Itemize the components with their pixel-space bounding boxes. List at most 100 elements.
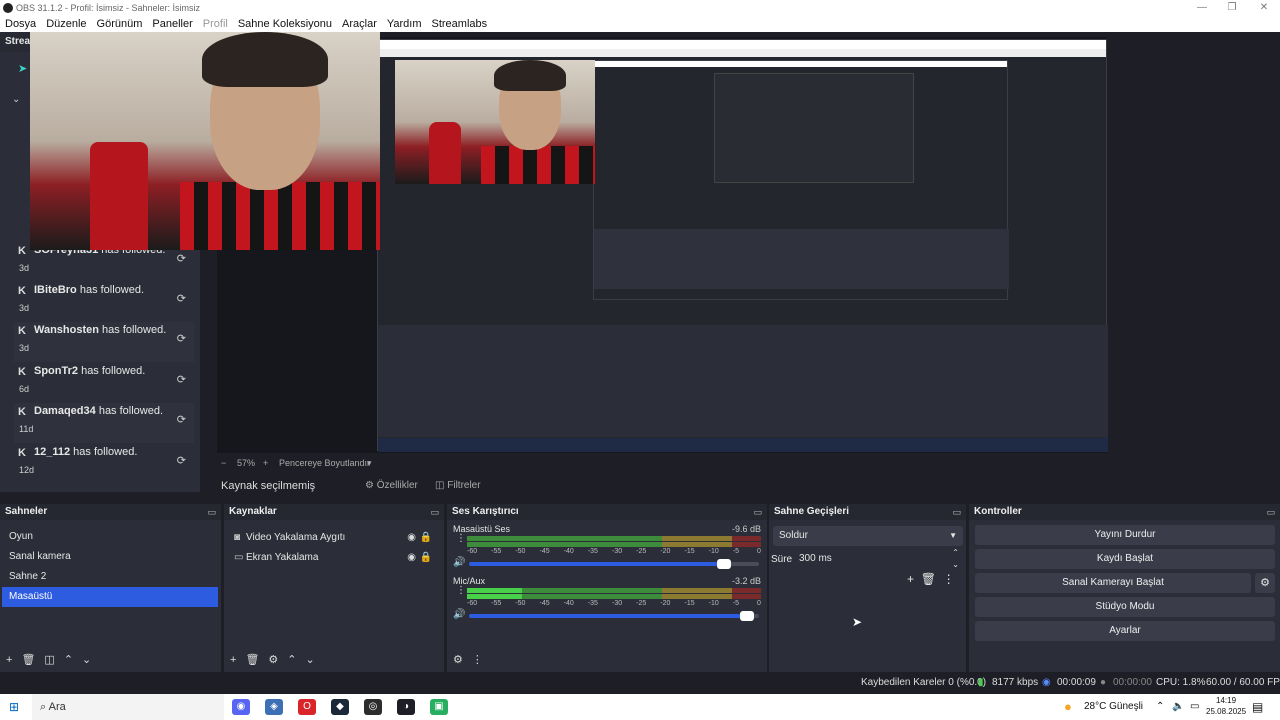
eye-icon[interactable]: ◉ — [407, 528, 416, 548]
more-vertical-icon[interactable]: ⋮ — [472, 653, 483, 666]
menu-tools[interactable]: Araçlar — [337, 16, 382, 32]
scene-item-selected[interactable]: Masaüstü — [2, 587, 218, 607]
transition-select[interactable]: Soldur ▼ — [773, 526, 963, 546]
replay-icon[interactable]: ⟳ — [177, 373, 186, 386]
tray-chevron-icon[interactable]: ⌃ — [1156, 694, 1164, 720]
replay-icon[interactable]: ⟳ — [177, 292, 186, 305]
close-button[interactable]: ✕ — [1250, 0, 1278, 16]
undock-icon[interactable]: ▭ — [1266, 504, 1275, 520]
scene-item[interactable]: Sahne 2 — [2, 567, 218, 587]
webcam-overlay — [30, 32, 380, 250]
menu-profile[interactable]: Profil — [198, 16, 233, 32]
weather-text: 28°C Güneşli — [1084, 701, 1144, 712]
volume-icon[interactable]: 🔊 — [453, 557, 465, 568]
menu-file[interactable]: Dosya — [0, 16, 41, 32]
opera-icon[interactable]: O — [298, 699, 316, 715]
zoom-out-button[interactable]: − — [221, 455, 226, 471]
follower-name: Damaqed34 — [34, 405, 96, 417]
scene-item[interactable]: Sanal kamera — [2, 547, 218, 567]
more-vertical-icon[interactable]: ⋮ — [943, 572, 955, 586]
volume-slider-handle[interactable] — [740, 611, 755, 621]
menu-streamlabs[interactable]: Streamlabs — [427, 16, 493, 32]
replay-icon[interactable]: ⟳ — [177, 413, 186, 426]
meter-tick: -40 — [563, 600, 574, 607]
move-up-icon[interactable]: ⌃ — [64, 653, 73, 666]
stop-streaming-button[interactable]: Yayını Durdur — [975, 525, 1275, 545]
move-down-icon[interactable]: ⌄ — [306, 653, 315, 666]
lock-icon[interactable]: 🔒 — [420, 528, 432, 548]
green-app-icon[interactable]: ▣ — [430, 699, 448, 715]
undock-icon[interactable]: ▭ — [952, 504, 961, 520]
steam-icon[interactable]: ◆ — [331, 699, 349, 715]
discord-icon[interactable]: ◉ — [232, 699, 250, 715]
channel-db: -9.6 dB — [731, 524, 761, 534]
advanced-audio-icon[interactable]: ⚙ — [453, 653, 463, 666]
trash-icon[interactable]: 🗑 — [21, 653, 35, 666]
duration-label: Süre — [771, 554, 793, 565]
more-vertical-icon[interactable]: ⋮ — [456, 534, 466, 544]
meter-tick: -20 — [660, 548, 671, 555]
scene-item[interactable]: Oyun — [2, 527, 218, 547]
follow-text: has followed. — [99, 324, 167, 336]
undock-icon[interactable]: ▭ — [430, 504, 439, 520]
menu-help[interactable]: Yardım — [382, 16, 427, 32]
menu-edit[interactable]: Düzenle — [41, 16, 91, 32]
studio-mode-button[interactable]: Stüdyo Modu — [975, 597, 1275, 617]
scenes-dock: Sahneler ▭ Oyun Sanal kamera Sahne 2 Masa… — [0, 504, 221, 672]
meter-tick: -5 — [732, 548, 740, 555]
move-down-icon[interactable]: ⌄ — [82, 653, 91, 666]
gear-icon[interactable]: ⚙ — [268, 653, 278, 666]
gear-icon[interactable]: ⚙ — [1255, 573, 1275, 593]
speaker-icon[interactable]: 🔈 — [1172, 694, 1184, 720]
meter-tick: -15 — [684, 548, 695, 555]
chevron-down-icon[interactable]: ⌄ — [12, 94, 20, 105]
volume-slider[interactable] — [469, 562, 725, 566]
streamlabs-icon[interactable]: ◑ — [397, 699, 415, 715]
meter-tick: 0 — [757, 600, 761, 607]
undock-icon[interactable]: ▭ — [753, 504, 762, 520]
add-icon[interactable]: + — [230, 654, 236, 666]
properties-button[interactable]: ⚙ Özellikler — [365, 475, 418, 497]
more-vertical-icon[interactable]: ⋮ — [456, 586, 466, 596]
send-icon[interactable]: ➤ — [18, 62, 27, 75]
menu-scene-collection[interactable]: Sahne Koleksiyonu — [233, 16, 337, 32]
move-up-icon[interactable]: ⌃ — [287, 653, 296, 666]
start-recording-button[interactable]: Kaydı Başlat — [975, 549, 1275, 569]
app-icon[interactable]: ◈ — [265, 699, 283, 715]
menu-view[interactable]: Görünüm — [92, 16, 148, 32]
follower-name: SponTr2 — [34, 365, 79, 377]
menu-docks[interactable]: Paneller — [147, 16, 197, 32]
obs-icon[interactable]: ◎ — [364, 699, 382, 715]
source-item[interactable]: ◙ Video Yakalama Aygıtı ◉ 🔒 — [224, 528, 444, 548]
eye-icon[interactable]: ◉ — [407, 548, 416, 568]
replay-icon[interactable]: ⟳ — [177, 252, 186, 265]
lock-icon[interactable]: 🔒 — [420, 548, 432, 568]
trash-icon[interactable]: 🗑 — [921, 572, 936, 586]
windows-start-icon[interactable]: ⊞ — [9, 700, 19, 714]
settings-button[interactable]: Ayarlar — [975, 621, 1275, 641]
duration-spinbox[interactable]: 300 ms ⌃ ⌄ — [795, 547, 963, 571]
zoom-bar: − 57% + Pencereye Boyutlandır ▾ — [217, 455, 1107, 471]
volume-slider-handle[interactable] — [717, 559, 732, 569]
undock-icon[interactable]: ▭ — [207, 504, 216, 520]
filters-button[interactable]: ◫ Filtreler — [435, 475, 481, 497]
volume-icon[interactable]: 🔊 — [453, 609, 465, 620]
minimize-button[interactable]: — — [1188, 0, 1216, 16]
add-icon[interactable]: + — [6, 654, 12, 666]
add-icon[interactable]: + — [907, 572, 914, 586]
taskbar-search[interactable]: ⌕ Ara — [32, 694, 224, 720]
source-item[interactable]: ▭ Ekran Yakalama ◉ 🔒 — [224, 548, 444, 568]
maximize-button[interactable]: ❐ — [1218, 0, 1246, 16]
start-virtual-camera-button[interactable]: Sanal Kamerayı Başlat — [975, 573, 1251, 593]
replay-icon[interactable]: ⟳ — [177, 332, 186, 345]
filter-icon[interactable]: ◫ — [44, 653, 54, 666]
notification-icon[interactable]: ▤ — [1252, 694, 1263, 720]
replay-icon[interactable]: ⟳ — [177, 454, 186, 467]
zoom-in-button[interactable]: + — [263, 455, 268, 471]
spinner-arrows-icon[interactable]: ⌃ ⌄ — [952, 547, 959, 571]
network-icon[interactable]: ▭ — [1190, 694, 1199, 720]
volume-slider[interactable] — [469, 614, 748, 618]
chevron-down-icon[interactable]: ▾ — [367, 455, 372, 471]
fit-to-window-button[interactable]: Pencereye Boyutlandır — [279, 455, 370, 471]
trash-icon[interactable]: 🗑 — [245, 653, 259, 666]
